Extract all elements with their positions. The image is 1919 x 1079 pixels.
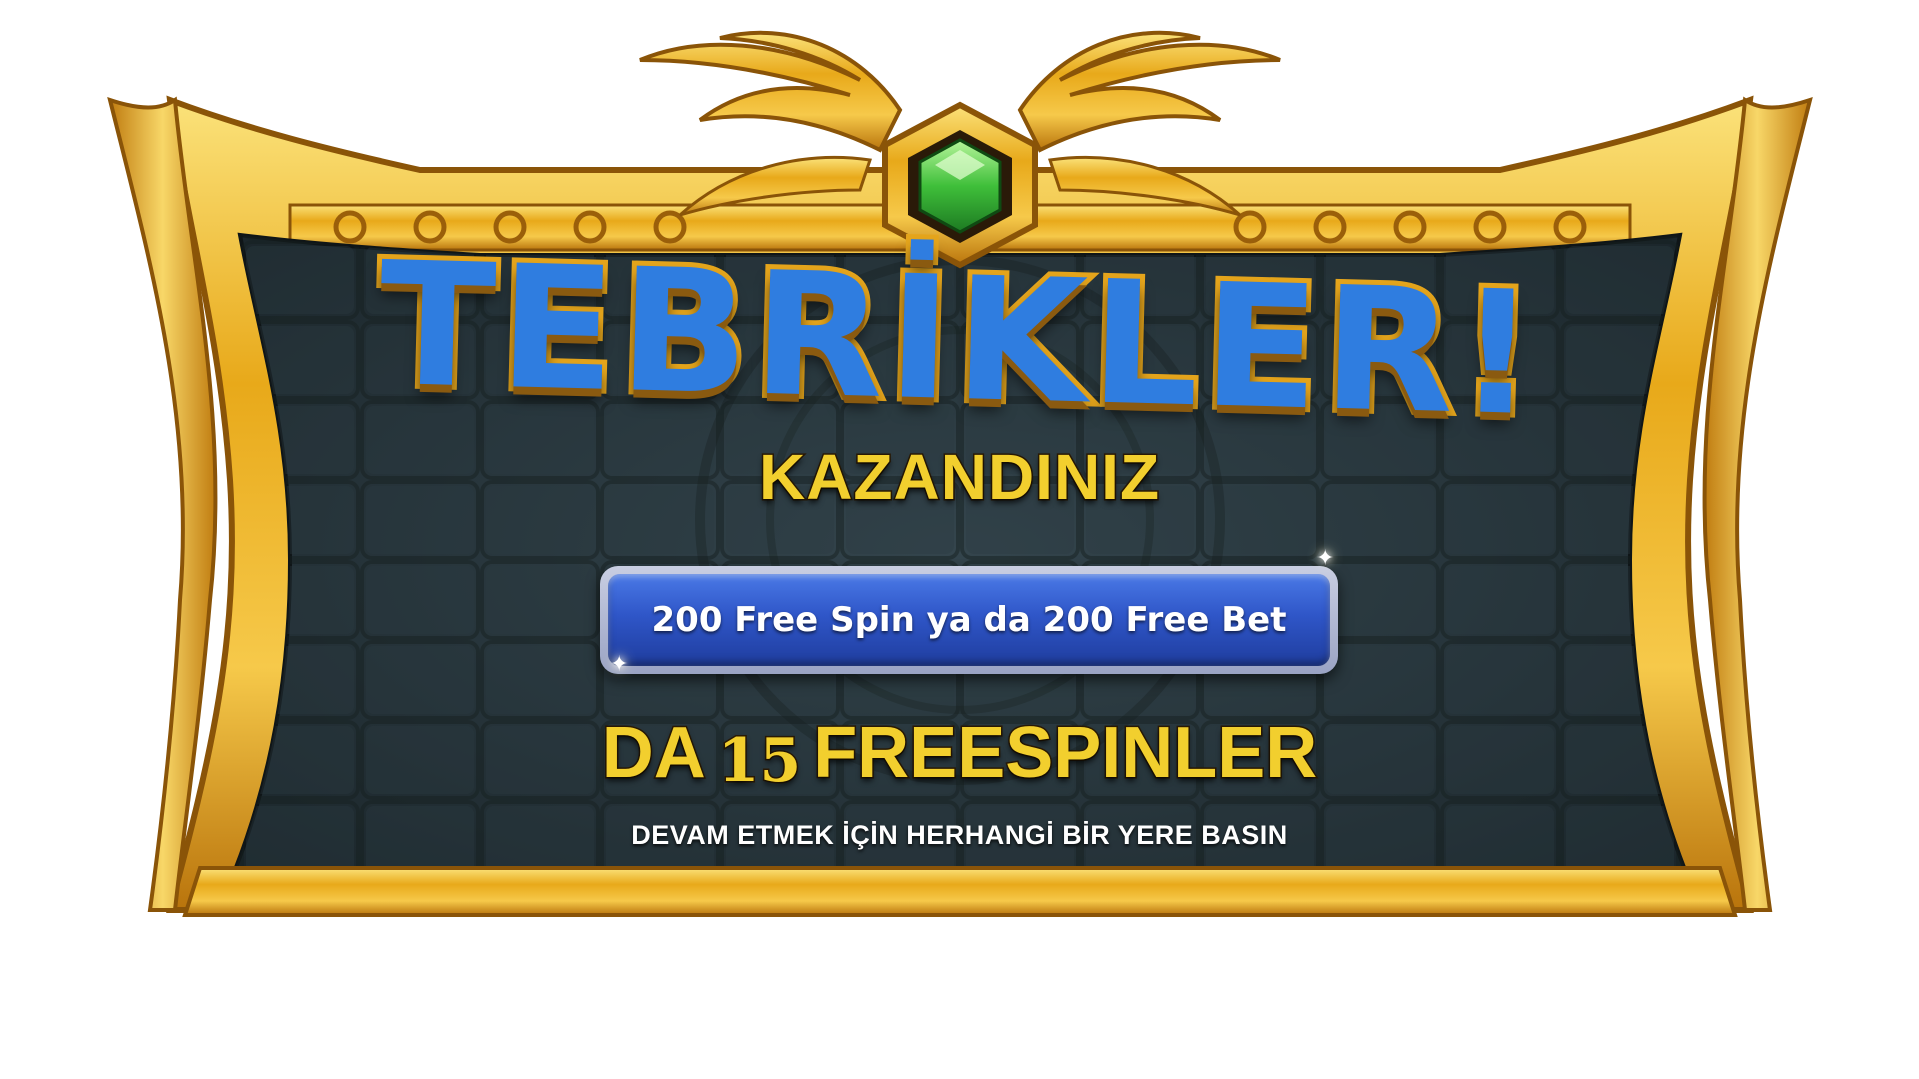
tap-anywhere-to-continue[interactable]: [0, 0, 1919, 1079]
win-popup-screen[interactable]: TEBRİKLER! KAZANDINIZ 200 Free Spin ya d…: [0, 0, 1919, 1079]
